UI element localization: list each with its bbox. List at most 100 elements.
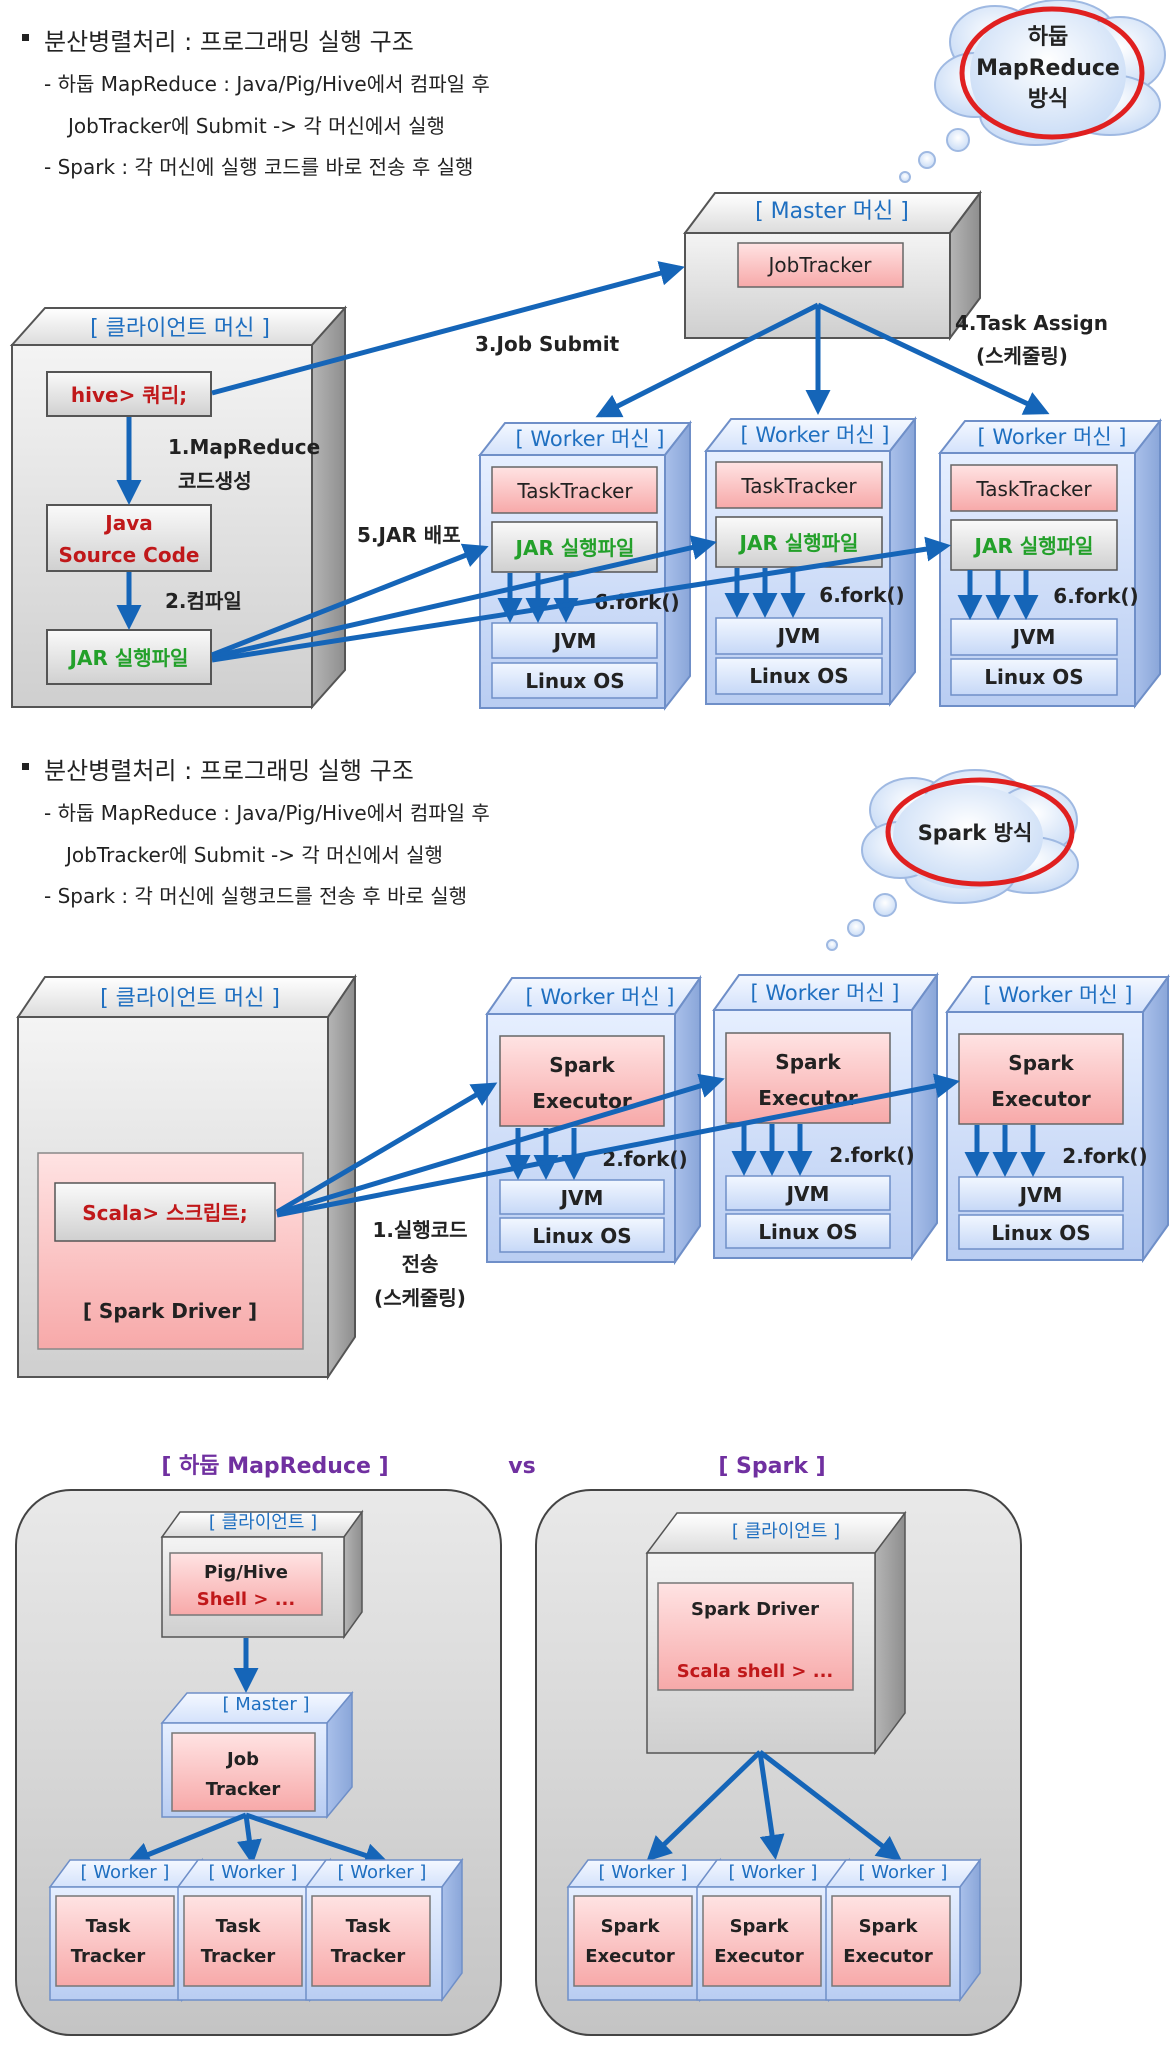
linux-label: Linux OS [991, 1221, 1090, 1245]
job-label: Job [225, 1749, 259, 1770]
spark-worker-s3: [ Worker ] Spark Executor [824, 1857, 982, 2003]
spark-label: Spark [859, 1916, 919, 1937]
cloud-text-1: 하둡 [1028, 25, 1068, 50]
diagram-canvas: 분산병렬처리 : 프로그래밍 실행 구조 - 하둡 MapReduce : Ja… [9, 0, 1170, 2036]
master-title: [ Master 머신 ] [755, 199, 909, 224]
executor-label: Spark [1008, 1051, 1074, 1075]
executor-label: Spark [775, 1050, 841, 1074]
linux-label: Linux OS [984, 665, 1083, 689]
worker-title: [ Worker 머신 ] [740, 423, 889, 447]
scala-shell-label: Scala shell > ... [677, 1661, 834, 1682]
tasktracker-label: TaskTracker [975, 477, 1092, 501]
jvm-label: JVM [1011, 625, 1056, 649]
hive-query-label: hive> 쿼리; [71, 383, 187, 407]
tracker-label: Tracker [201, 1946, 276, 1967]
jvm-label: JVM [552, 629, 597, 653]
executor-label: Executor [714, 1946, 804, 1967]
section2-line1: - 하둡 MapReduce : Java/Pig/Hive에서 컴파일 후 [44, 801, 490, 825]
task-label: Task [216, 1916, 262, 1937]
spark-label: Spark [730, 1916, 790, 1937]
step2-label: 2.컴파일 [165, 589, 242, 613]
jvm-label: JVM [1018, 1183, 1063, 1207]
tasktracker-label: TaskTracker [740, 474, 857, 498]
executor-label: Executor [843, 1946, 933, 1967]
task-label: Task [86, 1916, 132, 1937]
step3-label: 3.Job Submit [475, 332, 620, 356]
client-title: [ 클라이언트 ] [732, 1521, 840, 1542]
executor-label: Executor [585, 1946, 675, 1967]
step5-label: 5.JAR 배포 [357, 523, 461, 547]
client-title: [ 클라이언트 ] [209, 1512, 317, 1533]
thought-cloud-mapreduce: 하둡 MapReduce 방식 [899, 0, 1166, 183]
executor-label: Spark [549, 1053, 615, 1077]
worker-title: [ Worker ] [209, 1862, 298, 1883]
client-title: [ 클라이언트 머신 ] [100, 986, 280, 1011]
hive-query-box: hive> 쿼리; [46, 371, 212, 417]
worker-machine-1b: [ Worker 머신 ] TaskTracker JAR 실행파일 JVM L… [703, 416, 918, 707]
fork-label: 2.fork() [829, 1143, 914, 1167]
worker-title: [ Worker ] [859, 1862, 948, 1883]
step4-sublabel: (스케줄링) [976, 344, 1068, 368]
spark-label: Spark [601, 1916, 661, 1937]
step1-label: 1.실행코드 [372, 1218, 467, 1242]
mr-worker-3: [ Worker ] Task Tracker [304, 1857, 464, 2003]
linux-label: Linux OS [758, 1220, 857, 1244]
section2-heading: 분산병렬처리 : 프로그래밍 실행 구조 [44, 757, 414, 785]
worker-title: [ Worker 머신 ] [983, 983, 1132, 1007]
tracker-label: Tracker [331, 1946, 406, 1967]
step1-label: 1.MapReduce [168, 435, 320, 459]
tracker-label: Tracker [71, 1946, 146, 1967]
section1-line3: - Spark : 각 머신에 실행 코드를 바로 전송 후 실행 [44, 155, 473, 179]
mr-client: [ 클라이언트 ] Pig/Hive Shell > ... [160, 1509, 364, 1640]
jobtracker-label: JobTracker [767, 253, 873, 277]
executor-sublabel: Executor [991, 1087, 1091, 1111]
java-label: Java [103, 511, 152, 535]
step1-sublabel: 코드생성 [178, 469, 252, 493]
bullet-marker [22, 763, 29, 770]
client-jar-label: JAR 실행파일 [68, 646, 189, 670]
worker-title: [ Worker 머신 ] [515, 427, 664, 451]
client-title: [ 클라이언트 머신 ] [90, 316, 270, 341]
linux-label: Linux OS [749, 664, 848, 688]
worker-title: [ Worker ] [599, 1862, 688, 1883]
worker-machine-1c: [ Worker 머신 ] TaskTracker JAR 실행파일 JVM L… [937, 418, 1163, 709]
spark-client: [ 클라이언트 ] Spark Driver Scala shell > ... [645, 1510, 907, 1756]
worker-title: [ Worker 머신 ] [750, 981, 899, 1005]
section3: [ 하둡 MapReduce ] vs [ Spark ] [ 클라이언트 ] … [15, 1454, 1022, 2036]
section2-line2: JobTracker에 Submit -> 각 머신에서 실행 [64, 843, 443, 867]
bullet-marker [22, 34, 29, 41]
task-label: Task [346, 1916, 392, 1937]
source-code-label: Source Code [59, 543, 200, 567]
worker-jar-label: JAR 실행파일 [514, 536, 635, 560]
section2-line3: - Spark : 각 머신에 실행코드를 전송 후 바로 실행 [44, 884, 467, 908]
master-title: [ Master ] [223, 1694, 310, 1715]
client-jar-box: JAR 실행파일 [46, 629, 212, 685]
jvm-label: JVM [559, 1186, 604, 1210]
step1-sublabel-2: (스케줄링) [374, 1286, 466, 1310]
mapreduce-title: [ 하둡 MapReduce ] [161, 1454, 388, 1479]
spark-worker-2c: [ Worker 머신 ] Spark Executor JVM Linux O… [945, 973, 1170, 1264]
worker-jar-label: JAR 실행파일 [973, 534, 1094, 558]
worker-title: [ Worker ] [81, 1862, 170, 1883]
fork-label: 6.fork() [819, 583, 904, 607]
cloud-text: Spark 방식 [918, 821, 1033, 845]
worker-title: [ Worker 머신 ] [525, 985, 674, 1009]
section1-line1: - 하둡 MapReduce : Java/Pig/Hive에서 컴파일 후 [44, 72, 490, 96]
worker-title: [ Worker ] [338, 1862, 427, 1883]
jvm-label: JVM [785, 1182, 830, 1206]
cloud-text-3: 방식 [1028, 87, 1068, 112]
tasktracker-label: TaskTracker [516, 479, 633, 503]
section1: 분산병렬처리 : 프로그래밍 실행 구조 - 하둡 MapReduce : Ja… [9, 0, 1166, 711]
spark-title: [ Spark ] [718, 1454, 825, 1479]
cloud-text-2: MapReduce [976, 56, 1120, 81]
java-source-box: Java Source Code [46, 504, 212, 572]
step1-sublabel: 전송 [402, 1252, 439, 1276]
linux-label: Linux OS [532, 1224, 631, 1248]
pig-hive-label: Pig/Hive [204, 1562, 288, 1583]
section1-line2: JobTracker에 Submit -> 각 머신에서 실행 [66, 114, 445, 138]
scala-script-label: Scala> 스크립트; [82, 1201, 247, 1225]
jvm-label: JVM [776, 624, 821, 648]
section1-heading: 분산병렬처리 : 프로그래밍 실행 구조 [44, 28, 414, 56]
step4-label: 4.Task Assign [955, 311, 1108, 335]
spark-worker-2b: [ Worker 머신 ] Spark Executor JVM Linux O… [712, 971, 939, 1262]
